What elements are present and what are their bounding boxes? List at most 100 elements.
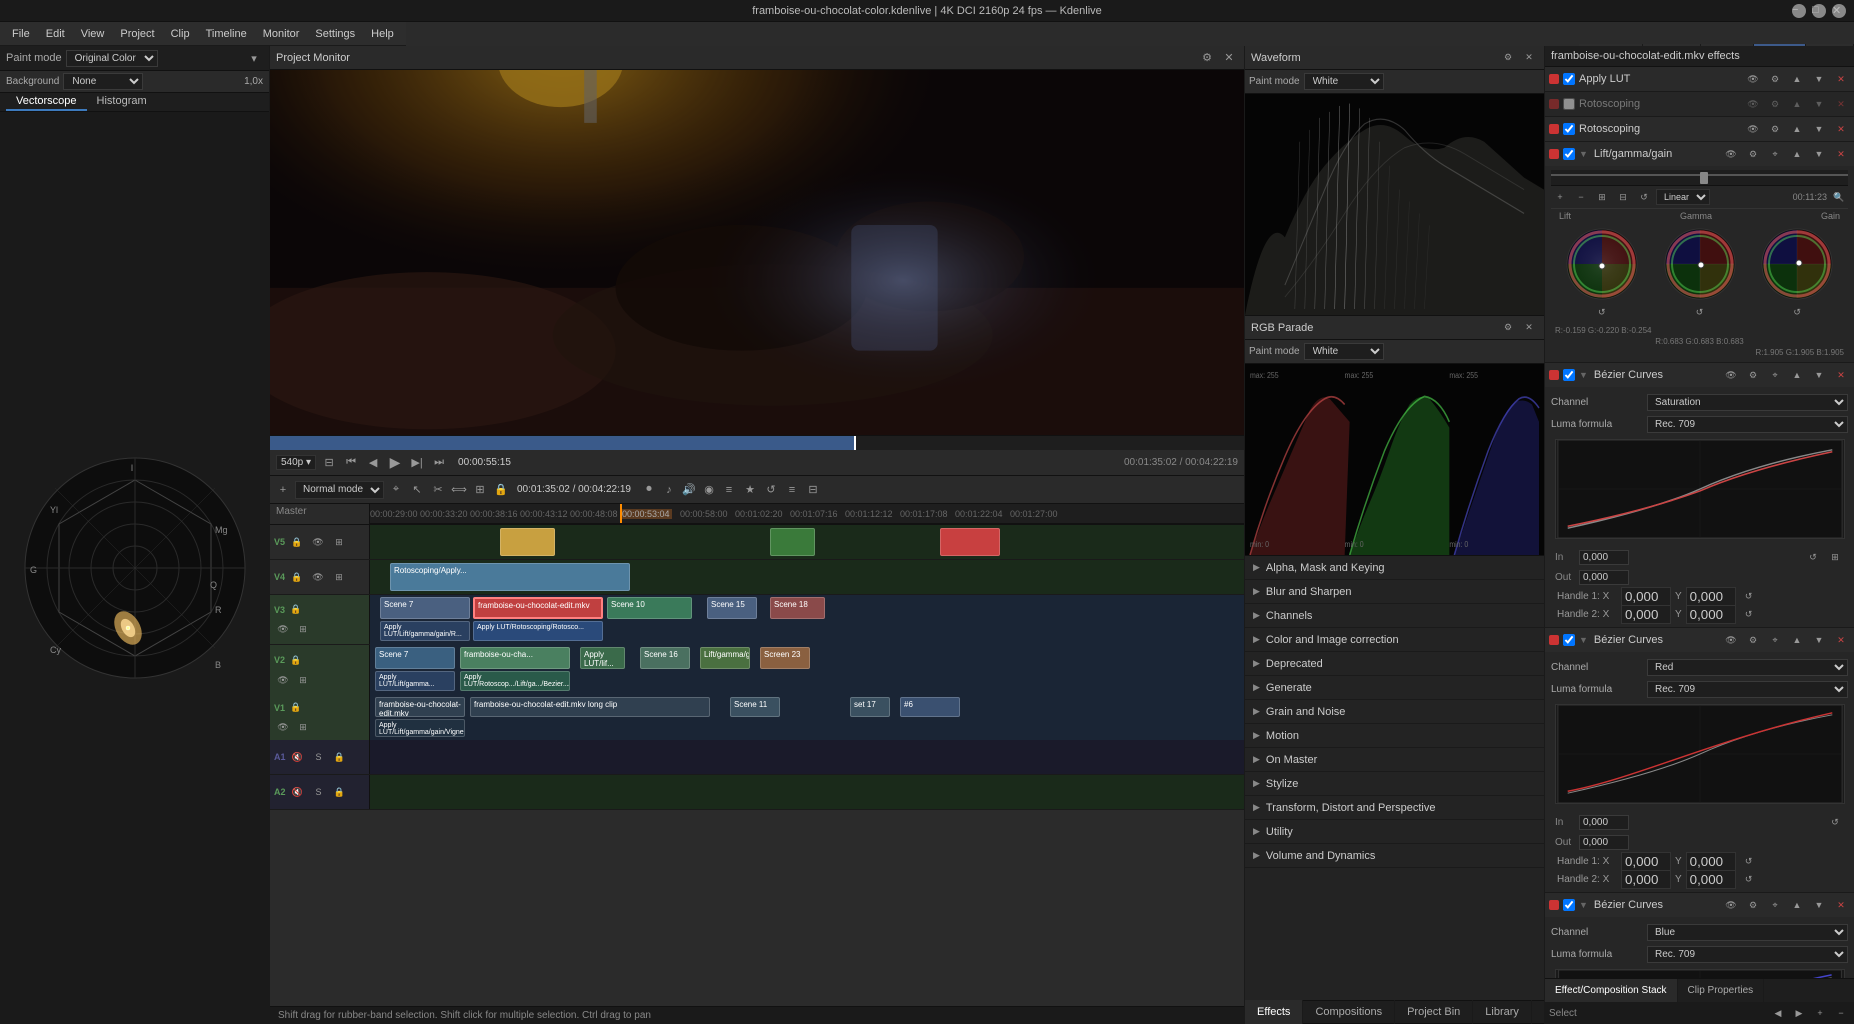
paint-mode-select[interactable]: Original Color: [66, 50, 158, 67]
effect-roto1-up[interactable]: ▲: [1788, 95, 1806, 113]
bezier-3-curve[interactable]: [1555, 969, 1845, 978]
effect-roto1-down[interactable]: ▼: [1810, 95, 1828, 113]
clip-v2-6[interactable]: Screen 23: [760, 647, 810, 669]
clip-v2-2[interactable]: framboise-ou-cha...: [460, 647, 570, 669]
menu-file[interactable]: File: [4, 26, 38, 42]
clip-v1-long[interactable]: framboise-ou-chocolat-edit.mkv long clip: [470, 697, 710, 717]
tl-group-icon[interactable]: ⊞: [471, 481, 489, 499]
effect-bezier-2-enable[interactable]: [1563, 634, 1575, 646]
track-v1-group[interactable]: ⊞: [294, 719, 312, 737]
effect-bezier-3-enable[interactable]: [1563, 899, 1575, 911]
effect-rotoscoping-2-enable[interactable]: [1563, 123, 1575, 135]
clip-v3-3[interactable]: Scene 15: [707, 597, 757, 619]
tl-star-icon[interactable]: ★: [741, 481, 759, 499]
minimize-btn[interactable]: −: [1792, 4, 1806, 18]
clip-v3-2[interactable]: Scene 10: [607, 597, 692, 619]
bezier-2-out[interactable]: [1579, 835, 1629, 850]
lgg-kf-reset[interactable]: ↺: [1635, 188, 1653, 206]
tl-clip-icon[interactable]: ≡: [720, 481, 738, 499]
track-v2-eye[interactable]: 👁: [274, 671, 292, 689]
track-a1-lock[interactable]: 🔒: [331, 748, 349, 766]
track-a1-solo[interactable]: S: [310, 748, 328, 766]
jump-end-icon[interactable]: ⏭: [430, 454, 448, 472]
fr-add-effect[interactable]: +: [1811, 1004, 1829, 1022]
fr-kf-next[interactable]: ▶: [1790, 1004, 1808, 1022]
menu-help[interactable]: Help: [363, 26, 402, 42]
tl-vol2-icon[interactable]: ◉: [700, 481, 718, 499]
bezier-2-channel-select[interactable]: Red: [1647, 659, 1848, 676]
collapse-btn[interactable]: ▾: [245, 49, 263, 67]
zoom-out-icon[interactable]: ⊟: [320, 454, 338, 472]
effect-bezier-2-header[interactable]: ▼ Bézier Curves 👁 ⚙ ⌖ ▲ ▼ ✕: [1545, 628, 1854, 652]
effect-roto1-delete[interactable]: ✕: [1832, 95, 1850, 113]
effect-lut-up[interactable]: ▲: [1788, 70, 1806, 88]
bezier-2-h1-reset[interactable]: ↺: [1740, 852, 1758, 870]
bezier-1-h2-reset[interactable]: ↺: [1740, 605, 1758, 623]
tl-comp-icon[interactable]: ⊟: [804, 481, 822, 499]
effect-lgg-delete[interactable]: ✕: [1832, 145, 1850, 163]
waveform-close-icon[interactable]: ✕: [1520, 49, 1538, 67]
tl-mode-select[interactable]: Normal mode: [295, 481, 384, 499]
gamma-reset[interactable]: ↺: [1691, 303, 1709, 321]
bezier-2-luma-select[interactable]: Rec. 709: [1647, 681, 1848, 698]
pm-timeline-bar[interactable]: [270, 436, 1244, 450]
effect-lgg-settings[interactable]: ⚙: [1744, 145, 1762, 163]
jump-start-icon[interactable]: ⏮: [342, 454, 360, 472]
clip-v5-2[interactable]: [770, 528, 815, 556]
rgb-close-icon[interactable]: ✕: [1520, 319, 1538, 337]
tl-lock-icon[interactable]: 🔒: [492, 481, 510, 499]
effect-roto2-settings[interactable]: ⚙: [1766, 120, 1784, 138]
pm-settings-icon[interactable]: ⚙: [1198, 49, 1216, 67]
resolution-select[interactable]: 540p ▾: [276, 455, 316, 470]
clip-v5-3[interactable]: [940, 528, 1000, 556]
clip-v2-1b[interactable]: Apply LUT/Lift/gamma...: [375, 671, 455, 691]
fr-remove-effect[interactable]: −: [1832, 1004, 1850, 1022]
clip-v1-1b[interactable]: Apply LUT/Lift/gamma/gain/Vignette Effec…: [375, 719, 465, 737]
tab-effects[interactable]: Effects: [1245, 1000, 1303, 1024]
bezier-1-out[interactable]: [1579, 570, 1629, 585]
tl-rec-icon[interactable]: ⏺: [640, 481, 658, 499]
waveform-mode-select[interactable]: White: [1304, 73, 1384, 90]
menu-timeline[interactable]: Timeline: [198, 26, 255, 42]
effects-cat-generate[interactable]: ▶ Generate: [1245, 676, 1544, 700]
lgg-kf-paste[interactable]: ⊟: [1614, 188, 1632, 206]
track-a2-mute[interactable]: 🔇: [289, 783, 307, 801]
menu-project[interactable]: Project: [112, 26, 162, 42]
effect-bezier-3-header[interactable]: ▼ Bézier Curves 👁 ⚙ ⌖ ▲ ▼ ✕: [1545, 893, 1854, 917]
maximize-btn[interactable]: □: [1812, 4, 1826, 18]
track-v2-lock[interactable]: 🔒: [287, 651, 305, 669]
track-v4-eye[interactable]: 👁: [309, 568, 327, 586]
menu-clip[interactable]: Clip: [163, 26, 198, 42]
effect-bezier-1-enable[interactable]: [1563, 369, 1575, 381]
effect-lgg-header[interactable]: ▼ Lift/gamma/gain 👁 ⚙ ⌖ ▲ ▼ ✕: [1545, 142, 1854, 166]
tab-compositions[interactable]: Compositions: [1303, 1000, 1395, 1024]
effects-cat-transform[interactable]: ▶ Transform, Distort and Perspective: [1245, 796, 1544, 820]
bezier-1-reset[interactable]: ↺: [1804, 548, 1822, 566]
effect-roto2-down[interactable]: ▼: [1810, 120, 1828, 138]
effect-bezier-2-up[interactable]: ▲: [1788, 631, 1806, 649]
effects-cat-grain[interactable]: ▶ Grain and Noise: [1245, 700, 1544, 724]
effects-cat-color[interactable]: ▶ Color and Image correction: [1245, 628, 1544, 652]
effects-cat-utility[interactable]: ▶ Utility: [1245, 820, 1544, 844]
tab-effect-stack[interactable]: Effect/Composition Stack: [1545, 979, 1678, 1003]
bezier-1-h1x[interactable]: [1621, 587, 1671, 606]
track-v4-lock[interactable]: 🔒: [288, 568, 306, 586]
track-v4-group[interactable]: ⊞: [330, 568, 348, 586]
effects-cat-stylize[interactable]: ▶ Stylize: [1245, 772, 1544, 796]
effect-lgg-kf[interactable]: ⌖: [1766, 145, 1784, 163]
effect-lgg-eye[interactable]: 👁: [1722, 145, 1740, 163]
tl-cut-icon[interactable]: ✂: [429, 481, 447, 499]
gamma-wheel-svg[interactable]: [1663, 227, 1737, 301]
rgb-mode-select[interactable]: White: [1304, 343, 1384, 360]
tl-select-icon[interactable]: ↖: [408, 481, 426, 499]
bezier-2-curve[interactable]: [1555, 704, 1845, 804]
bezier-1-h1-reset[interactable]: ↺: [1740, 587, 1758, 605]
effects-cat-channels[interactable]: ▶ Channels: [1245, 604, 1544, 628]
bezier-2-h2-reset[interactable]: ↺: [1740, 870, 1758, 888]
effects-cat-deprecated[interactable]: ▶ Deprecated: [1245, 652, 1544, 676]
effect-lgg-down[interactable]: ▼: [1810, 145, 1828, 163]
clip-v2-1[interactable]: Scene 7: [375, 647, 455, 669]
tl-loop-icon[interactable]: ↺: [762, 481, 780, 499]
effect-apply-lut-enable[interactable]: [1563, 73, 1575, 85]
effect-bezier-2-eye[interactable]: 👁: [1722, 631, 1740, 649]
